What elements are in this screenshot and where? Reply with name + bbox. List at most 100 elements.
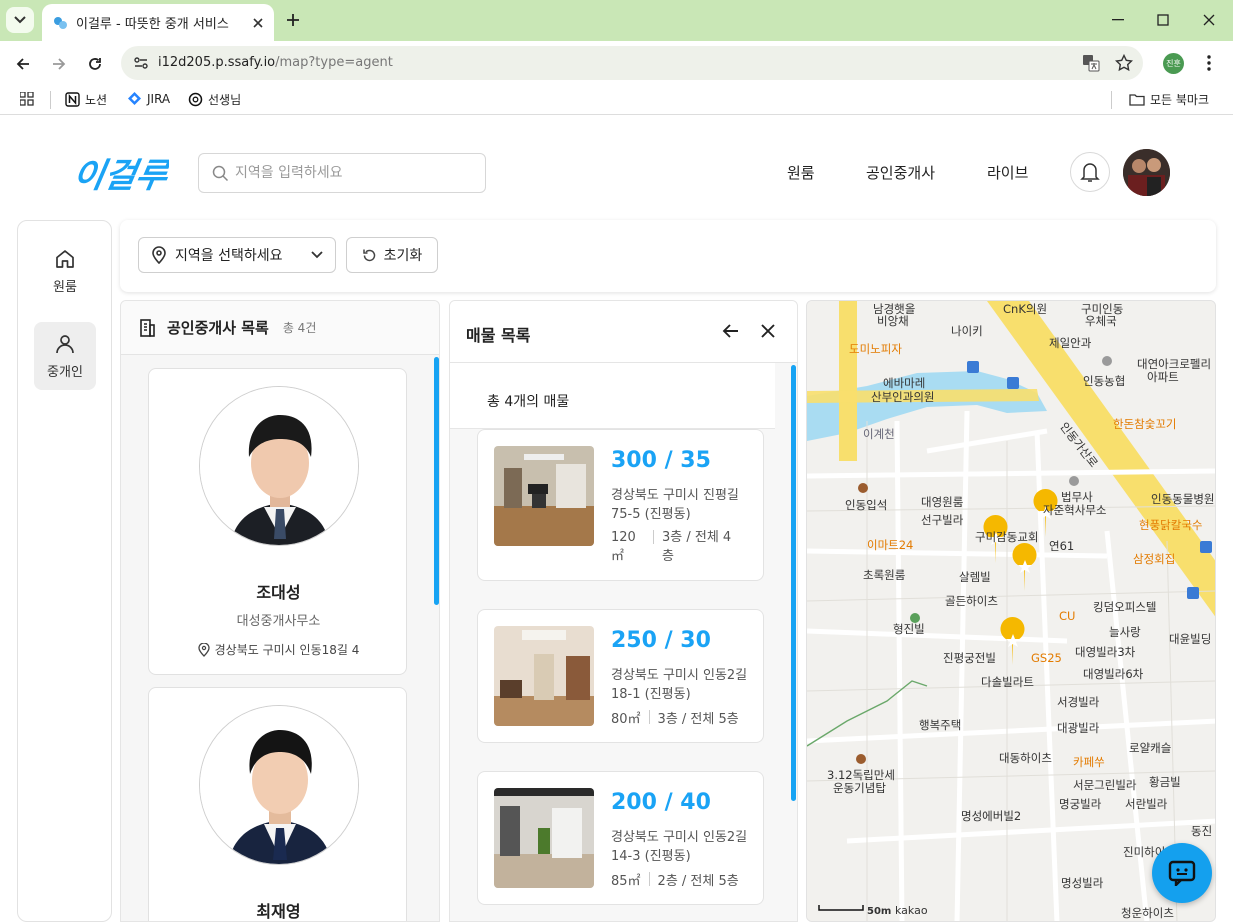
listing-card[interactable]: 300 / 35 경상북도 구미시 진평길 75-5 (진평동) 120 ㎡ 3… xyxy=(477,429,764,581)
agent-address: 경상북도 구미시 인동18길 4 xyxy=(149,641,408,658)
agent-office: 대성중개사무소 xyxy=(236,614,321,629)
map-scale-label: 50m xyxy=(867,906,892,917)
map-label: GS25 xyxy=(1031,651,1062,665)
translate-icon[interactable] xyxy=(1082,54,1100,72)
map-label: 서경빌라 xyxy=(1057,695,1100,709)
url-path: /map?type=agent xyxy=(275,55,393,70)
agent-card[interactable]: 최재영 xyxy=(148,687,407,921)
logo-wordmark: 이걸루 xyxy=(77,156,169,196)
user-avatar[interactable] xyxy=(1123,149,1170,196)
listing-card[interactable]: 250 / 30 경상북도 구미시 인동2길 18-1 (진평동) 80㎡ 3층… xyxy=(477,609,764,743)
map-label: 형진빌 xyxy=(893,622,925,636)
map-label: 선구빌라 xyxy=(921,513,964,527)
back-arrow-icon[interactable] xyxy=(722,323,740,339)
listing-address: 경상북도 구미시 인동2길 14-3 (진평동) xyxy=(611,830,748,864)
apps-button[interactable] xyxy=(20,92,34,106)
browser-tab[interactable]: 이걸루 - 따뜻한 중개 서비스 xyxy=(42,4,274,41)
map-label: CU xyxy=(1059,609,1076,623)
bookmark-star-icon[interactable] xyxy=(1115,54,1133,72)
maximize-button[interactable] xyxy=(1153,10,1173,30)
address-bar[interactable]: i12d205.p.ssafy.io/map?type=agent xyxy=(121,46,1143,80)
bookmark-notion[interactable]: 노션 xyxy=(65,91,107,108)
map-label: 골든하이츠 xyxy=(945,594,998,608)
side-navigation: 원룸 중개인 xyxy=(17,220,112,922)
tab-search-button[interactable] xyxy=(6,7,34,33)
side-item-agent[interactable]: 중개인 xyxy=(34,322,96,390)
filter-bar: 지역을 선택하세요 초기화 xyxy=(120,220,1216,292)
listing-thumbnail xyxy=(494,788,594,888)
map-label: 동진 xyxy=(1191,824,1213,838)
reset-button[interactable]: 초기화 xyxy=(346,237,438,273)
nav-live[interactable]: 라이브 xyxy=(987,162,1028,183)
agent-address-text: 경상북도 구미시 인동18길 4 xyxy=(214,643,360,657)
map-label: 아파트 xyxy=(1147,370,1179,384)
site-favicon-icon xyxy=(54,16,67,29)
apps-grid-icon xyxy=(20,92,34,106)
map-label: 카페쑤 xyxy=(1073,755,1105,769)
listing-floor: 2층 / 전체 5층 xyxy=(657,874,739,889)
agent-list-count: 총 4건 xyxy=(282,321,317,335)
close-icon[interactable] xyxy=(760,323,776,339)
forward-button[interactable] xyxy=(48,53,70,75)
nav-oneroom[interactable]: 원룸 xyxy=(787,162,815,183)
listing-panel: 매물 목록 총 4개의 매물 300 / 35 경상북도 구미시 진평길 75-… xyxy=(449,300,798,922)
map-label: 현풍닭칼국수 xyxy=(1139,518,1203,532)
side-item-oneroom[interactable]: 원룸 xyxy=(34,237,96,305)
folder-icon xyxy=(1129,94,1145,106)
bookmark-label: JIRA xyxy=(147,91,171,106)
notification-button[interactable] xyxy=(1070,152,1110,192)
nav-agents[interactable]: 공인중개사 xyxy=(866,162,935,183)
listing-card[interactable]: 200 / 40 경상북도 구미시 인동2길 14-3 (진평동) 85㎡ 2층… xyxy=(477,771,764,905)
back-button[interactable] xyxy=(12,53,34,75)
map-pin-icon xyxy=(152,246,166,264)
reload-button[interactable] xyxy=(84,53,106,75)
browser-toolbar: i12d205.p.ssafy.io/map?type=agent 진훈 xyxy=(0,41,1233,85)
chatbot-button[interactable] xyxy=(1152,843,1212,903)
agent-name: 조대성 xyxy=(256,583,301,602)
listing-price: 300 / 35 xyxy=(611,448,711,473)
site-logo[interactable]: 이걸루 xyxy=(77,143,169,199)
home-icon xyxy=(56,249,74,268)
map-provider-logo: kakao xyxy=(895,904,928,917)
map-label: 진평궁전빌 xyxy=(943,651,996,665)
kakao-map[interactable]: 남경햇올 비앙채 CnK의원 구미인동 우체국 나이키 제일안과 도미노피자 에… xyxy=(806,300,1216,922)
profile-avatar[interactable]: 진훈 xyxy=(1163,53,1184,74)
close-window-button[interactable] xyxy=(1199,10,1219,30)
more-menu-icon[interactable] xyxy=(1207,55,1211,71)
minimize-button[interactable] xyxy=(1108,10,1128,30)
all-bookmarks-button[interactable]: 모든 북마크 xyxy=(1129,91,1209,108)
region-select-label: 지역을 선택하세요 xyxy=(175,248,283,264)
bookmark-jira[interactable]: JIRA xyxy=(127,91,170,106)
agent-list-scrollbar[interactable] xyxy=(434,357,439,605)
map-label: 인동입석 xyxy=(845,498,888,512)
map-label: 대동하이츠 xyxy=(999,751,1052,765)
map-label: 서문그린빌라 xyxy=(1073,778,1137,792)
map-label: 한돈참숯꼬기 xyxy=(1113,417,1177,431)
listing-scrollbar[interactable] xyxy=(791,365,796,801)
agent-card[interactable]: 조대성 대성중개사무소 경상북도 구미시 인동18길 4 xyxy=(148,368,407,675)
minimize-icon xyxy=(1112,19,1124,21)
agent-photo xyxy=(199,386,359,546)
new-tab-button[interactable] xyxy=(282,9,304,31)
app-root: 이걸루 원룸 공인중개사 라이브 원룸 중개인 지역을 선택하세요 xyxy=(0,121,1233,922)
map-label: 구미감동교회 xyxy=(975,530,1039,544)
map-label: 비앙채 xyxy=(877,314,909,328)
map-label: 명성빌라 xyxy=(1061,876,1104,890)
map-label: 서란빌라 xyxy=(1125,797,1168,811)
listing-meta: 80㎡ 3층 / 전체 5층 xyxy=(611,708,739,727)
map-label: 산부인과의원 xyxy=(871,390,935,404)
region-select[interactable]: 지역을 선택하세요 xyxy=(138,237,336,273)
close-tab-icon[interactable] xyxy=(252,17,264,29)
svg-text:이걸루: 이걸루 xyxy=(77,156,169,196)
listing-panel-header: 매물 목록 xyxy=(450,301,797,363)
map-label: 초록원룸 xyxy=(863,568,906,582)
map-label: 인동농협 xyxy=(1083,374,1126,388)
room-photo xyxy=(494,626,594,726)
map-label: 청운하이츠 xyxy=(1121,906,1174,920)
search-box[interactable] xyxy=(198,153,486,193)
site-settings-icon[interactable] xyxy=(133,55,149,71)
map-label: 운동기념탑 xyxy=(833,781,886,795)
search-input[interactable] xyxy=(235,162,475,184)
map-label: 연61 xyxy=(1049,539,1075,553)
bookmark-teacher[interactable]: 선생님 xyxy=(188,91,241,108)
